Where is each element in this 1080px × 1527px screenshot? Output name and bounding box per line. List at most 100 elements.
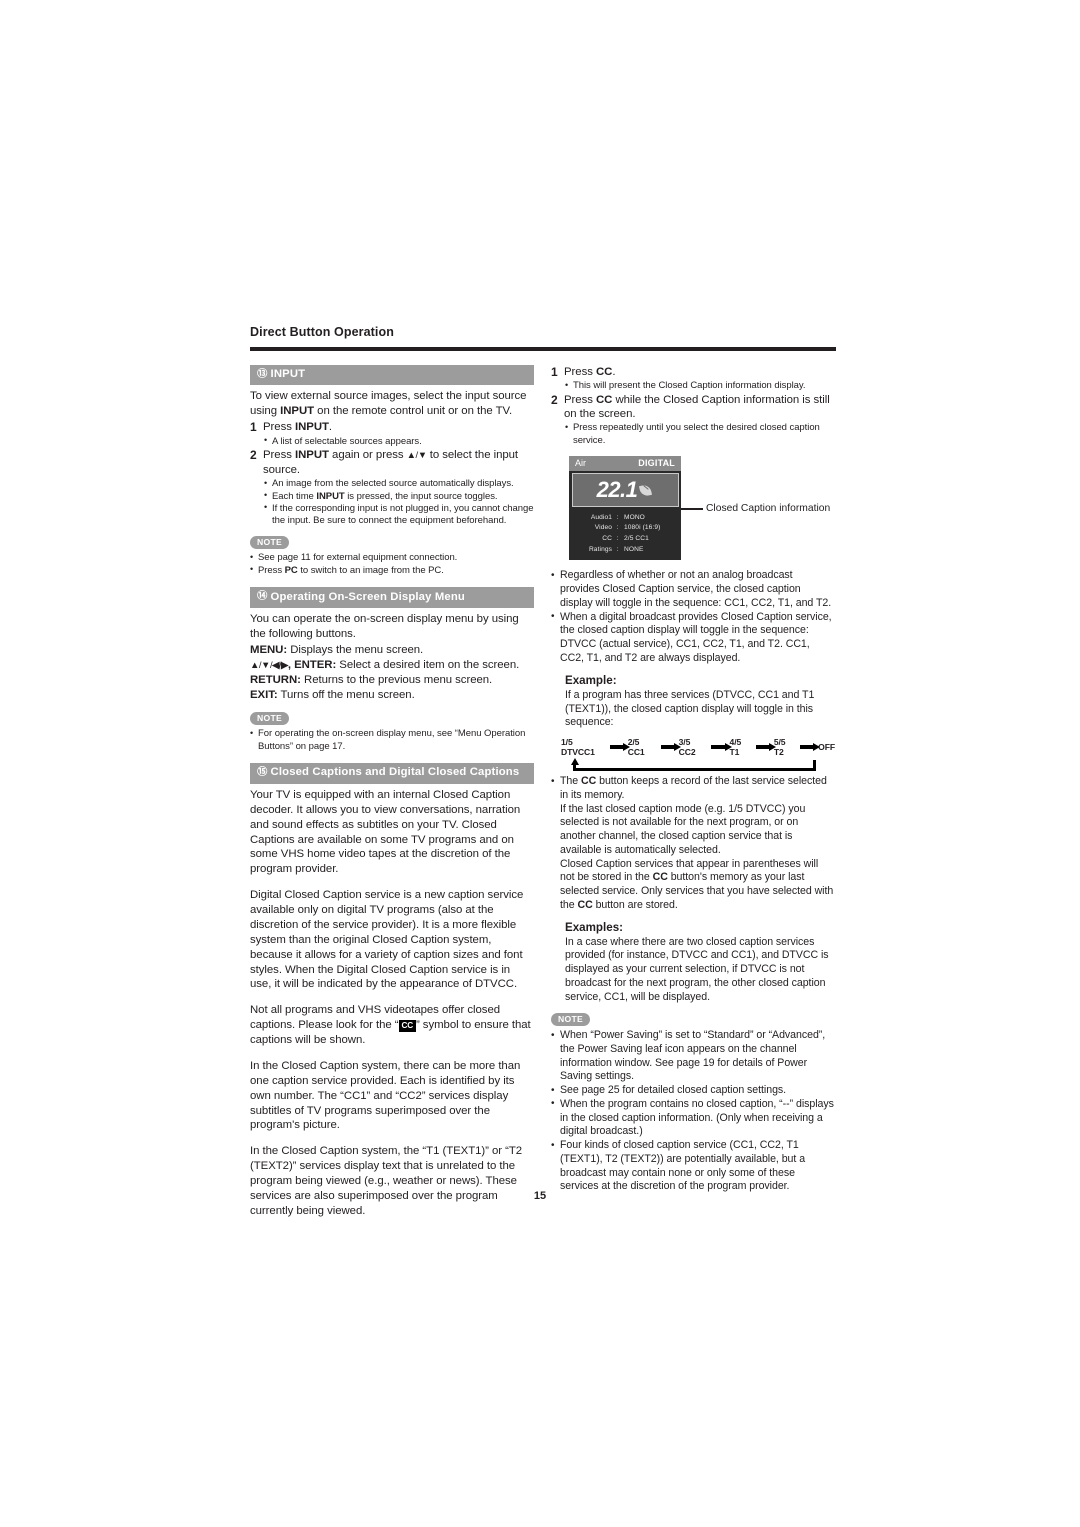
osd-info-table: Audio1 : MONO Video : 1080i (16:9) CC :	[569, 510, 681, 561]
step-text: Press CC.	[564, 365, 616, 378]
tv-channel-info-window: Air DIGITAL 22.1 Audio1 : MONO Video: 1…	[569, 456, 681, 561]
examples-heading: Examples:	[565, 920, 623, 934]
input-step-1: 1 Press INPUT.	[250, 420, 534, 436]
list-item: When a digital broadcast provides Closed…	[551, 610, 835, 666]
osd-key-menu: MENU: Displays the menu screen.	[250, 643, 424, 656]
step-text: Press INPUT.	[263, 421, 333, 434]
osd-intro: You can operate the on-screen display me…	[250, 613, 519, 641]
osd-row-label: Video	[594, 524, 612, 532]
sequence-row: 1/5 DTVCC1 2/5 CC1 3/5 CC2 4/5 T1 5/5 T2…	[561, 737, 835, 757]
list-item: When the program contains no closed capt…	[551, 1097, 835, 1139]
examples-block: Examples: In a case where there are two …	[551, 921, 835, 1005]
osd-header-bar: Air DIGITAL	[569, 456, 681, 471]
left-column: ⑬ INPUT To view external source images, s…	[250, 364, 534, 1230]
step-number: 1	[250, 420, 257, 435]
examples-text: In a case where there are two closed cap…	[565, 935, 829, 1003]
sequence-item-4: 4/5 T1	[729, 737, 742, 758]
table-row: Ratings : NONE	[574, 545, 676, 556]
two-column-layout: ⑬ INPUT To view external source images, s…	[250, 364, 836, 1230]
note-badge: NOTE	[250, 535, 290, 550]
manual-page: Direct Button Operation ⑬ INPUT To view e…	[250, 325, 836, 1230]
section-header-input: ⑬ INPUT	[250, 364, 534, 386]
sequence-item-6: OFF	[818, 742, 836, 753]
step-number: 2	[250, 448, 257, 463]
page-number: 15	[533, 1190, 547, 1202]
list-item: See page 11 for external equipment conne…	[250, 552, 534, 564]
osd-row-label: Ratings	[588, 545, 612, 553]
list-item: Press repeatedly until you select the de…	[565, 422, 835, 447]
example-heading: Example:	[565, 673, 617, 687]
list-item: For operating the on-screen display menu…	[250, 728, 534, 753]
input-notes: See page 11 for external equipment conne…	[250, 552, 534, 577]
cc-step-1-bullets: This will present the Closed Caption inf…	[551, 380, 835, 392]
list-item: This will present the Closed Caption inf…	[565, 380, 835, 392]
sequence-loopback-arrow	[570, 758, 816, 772]
list-item: Press PC to switch to an image from the …	[250, 564, 534, 577]
right-column-notes: When “Power Saving” is set to “Standard”…	[551, 1029, 835, 1194]
cc-step-2: 2 Press CC while the Closed Caption info…	[551, 393, 835, 423]
caption-toggle-sequence-diagram: 1/5 DTVCC1 2/5 CC1 3/5 CC2 4/5 T1 5/5 T2…	[551, 737, 835, 772]
list-item: A list of selectable sources appears.	[264, 435, 534, 448]
note-badge: NOTE	[250, 711, 290, 726]
cc-paragraph-4: In the Closed Caption system, there can …	[250, 1059, 521, 1132]
list-item: An image from the selected source automa…	[264, 478, 534, 490]
cc-paragraph-1: Your TV is equipped with an internal Clo…	[250, 788, 521, 876]
loop-left-stem	[573, 765, 576, 772]
osd-row-sep: :	[616, 513, 619, 521]
arrow-right-icon	[711, 742, 732, 751]
list-item: Each time INPUT is pressed, the input so…	[264, 490, 534, 503]
section-number-14: ⑭	[257, 591, 268, 603]
osd-row-sep: :	[616, 535, 619, 543]
list-item: See page 25 for detailed closed caption …	[551, 1084, 835, 1098]
list-item: Regardless of whether or not an analog b…	[551, 569, 835, 610]
callout-label: Closed Caption information	[706, 503, 831, 515]
osd-row-label: CC	[602, 535, 612, 543]
cc-sequence-bullets: Regardless of whether or not an analog b…	[551, 569, 835, 665]
osd-channel-number: 22.1	[596, 477, 638, 503]
section-number-13: ⑬	[257, 368, 268, 380]
osd-row-sep: :	[616, 545, 619, 553]
section-title-osd: Operating On-Screen Display Menu	[270, 590, 465, 603]
table-row: CC : 2/5 CC1	[574, 534, 676, 545]
arrow-right-icon	[755, 742, 776, 751]
cc-paragraph-5: In the Closed Caption system, the “T1 (T…	[250, 1145, 523, 1217]
input-intro: To view external source images, select t…	[250, 390, 527, 418]
power-saving-leaf-icon	[640, 484, 653, 497]
osd-row-value: 2/5 CC1	[624, 535, 649, 543]
step-number: 2	[551, 392, 558, 407]
osd-callout: Closed Caption information	[681, 502, 830, 515]
example-block: Example: If a program has three services…	[551, 674, 835, 730]
sequence-item-3: 3/5 CC2	[678, 737, 696, 758]
step-text: Press CC while the Closed Caption inform…	[564, 393, 830, 421]
cc-memory-bullets: The CC button keeps a record of the last…	[551, 775, 835, 913]
section-title-input: INPUT	[270, 368, 306, 380]
osd-source-label: Air	[575, 458, 586, 469]
osd-row-value: 1080i (16:9)	[624, 524, 661, 532]
cc-paragraph-3: Not all programs and VHS videotapes offe…	[250, 1004, 531, 1047]
osd-notes: For operating the on-screen display menu…	[250, 728, 534, 753]
osd-channel-box: 22.1	[571, 473, 679, 508]
table-row: Video : 1080i (16:9)	[574, 523, 676, 534]
note-badge: NOTE	[551, 1012, 591, 1027]
arrow-right-icon	[609, 742, 630, 751]
osd-key-enter: ▲/▼/◀/▶, ENTER: Select a desired item on…	[250, 659, 520, 672]
input-step-1-bullets: A list of selectable sources appears.	[250, 435, 534, 448]
osd-row-value: MONO	[624, 513, 645, 521]
right-column: 1 Press CC. This will present the Closed…	[551, 365, 835, 1195]
input-step-2-bullets: An image from the selected source automa…	[250, 478, 534, 528]
sequence-item-5: 5/5 T2	[773, 737, 786, 758]
osd-row-label: Audio1	[590, 513, 612, 521]
osd-signal-label: DIGITAL	[638, 458, 675, 469]
section-header-closed-captions: ⑮ Closed Captions and Digital Closed Capt…	[250, 762, 534, 784]
list-item: If the corresponding input is not plugge…	[264, 502, 534, 528]
arrow-right-icon	[660, 742, 681, 751]
section-number-15: ⑮	[257, 766, 268, 778]
osd-figure: Air DIGITAL 22.1 Audio1 : MONO Video: 1…	[551, 456, 835, 561]
step-text: Press INPUT again or press ▲/▼ to select…	[263, 449, 519, 477]
list-item: Four kinds of closed caption service (CC…	[551, 1139, 835, 1194]
header-rule	[250, 347, 836, 351]
osd-row-sep: :	[616, 524, 619, 532]
loop-right-stem	[813, 760, 816, 772]
sequence-item-1: 1/5 DTVCC1	[561, 737, 595, 758]
osd-row-value: NONE	[624, 545, 644, 553]
